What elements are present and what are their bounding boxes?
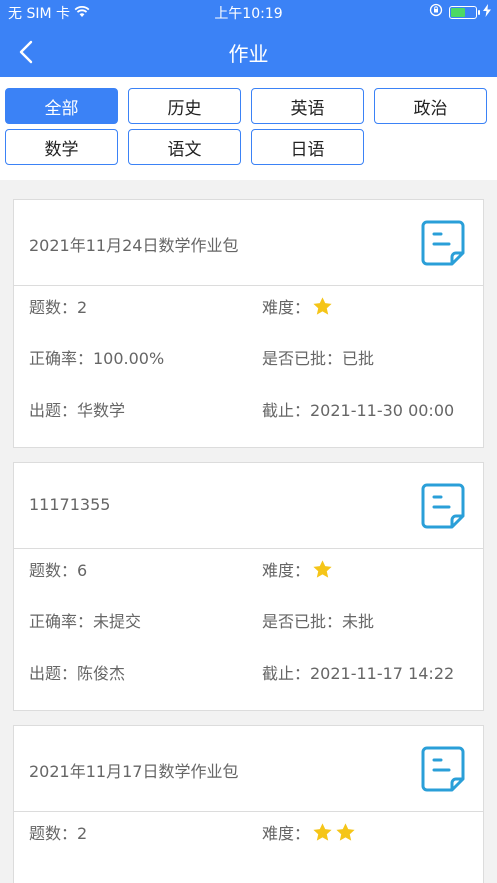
difficulty-label: 难度： xyxy=(262,561,311,580)
accuracy: 正确率：未提交 xyxy=(29,612,142,631)
charging-icon xyxy=(483,3,491,21)
page-title: 作业 xyxy=(228,42,269,66)
tab-chinese[interactable]: 语文 xyxy=(128,129,241,165)
assignment-icon xyxy=(421,220,465,266)
app-header: 无 SIM 卡 上午10:19 作业 xyxy=(0,0,497,77)
difficulty: 难度： xyxy=(262,294,333,318)
deadline: 截止：2021-11-30 00:00 xyxy=(262,401,455,420)
battery-icon xyxy=(449,5,480,19)
difficulty: 难度： xyxy=(262,820,356,844)
difficulty-label: 难度： xyxy=(262,824,311,843)
subject-tabs: 全部 历史 英语 政治 数学 语文 日语 xyxy=(0,77,497,180)
tab-japanese[interactable]: 日语 xyxy=(251,129,364,165)
tab-politics[interactable]: 政治 xyxy=(374,88,487,124)
difficulty-label: 难度： xyxy=(262,298,311,317)
difficulty-stars xyxy=(312,822,356,843)
tab-math[interactable]: 数学 xyxy=(5,129,118,165)
star-icon xyxy=(336,822,355,841)
battery-level xyxy=(451,7,465,17)
difficulty: 难度： xyxy=(262,557,333,581)
status-bar: 无 SIM 卡 上午10:19 xyxy=(0,0,497,26)
review-status: 是否已批：未批 xyxy=(262,612,375,631)
assignment-card[interactable]: 11171355 题数：6 难度： 正确率：未提交 是否已批：未批 出题：陈俊杰… xyxy=(13,462,484,711)
deadline: 截止：2021-11-17 14:22 xyxy=(262,664,455,683)
author: 出题：陈俊杰 xyxy=(29,664,126,683)
star-icon xyxy=(313,822,332,841)
star-icon xyxy=(313,559,332,578)
assignment-title: 2021年11月17日数学作业包 xyxy=(29,762,239,781)
assignment-card[interactable]: 2021年11月24日数学作业包 题数：2 难度： 正确率：100.00% 是否… xyxy=(13,199,484,448)
question-count: 题数：6 xyxy=(29,561,88,580)
nav-bar: 作业 xyxy=(0,26,497,77)
card-divider xyxy=(14,548,483,549)
assignment-icon xyxy=(421,483,465,529)
difficulty-stars xyxy=(312,296,333,317)
card-divider xyxy=(14,811,483,812)
star-icon xyxy=(313,296,332,315)
review-status: 是否已批：已批 xyxy=(262,349,375,368)
card-divider xyxy=(14,285,483,286)
assignment-icon xyxy=(421,746,465,792)
difficulty-stars xyxy=(312,559,333,580)
tab-all[interactable]: 全部 xyxy=(5,88,118,124)
author: 出题：华数学 xyxy=(29,401,126,420)
question-count: 题数：2 xyxy=(29,298,88,317)
question-count: 题数：2 xyxy=(29,824,88,843)
accuracy: 正确率：100.00% xyxy=(29,349,165,368)
status-right xyxy=(429,3,491,21)
tab-history[interactable]: 历史 xyxy=(128,88,241,124)
tab-english[interactable]: 英语 xyxy=(251,88,364,124)
battery-tip xyxy=(478,9,480,15)
assignment-title: 2021年11月24日数学作业包 xyxy=(29,236,239,255)
assignment-card[interactable]: 2021年11月17日数学作业包 题数：2 难度： xyxy=(13,725,484,883)
orientation-lock-icon xyxy=(429,3,443,21)
assignment-title: 11171355 xyxy=(29,495,111,514)
status-time: 上午10:19 xyxy=(214,6,283,22)
